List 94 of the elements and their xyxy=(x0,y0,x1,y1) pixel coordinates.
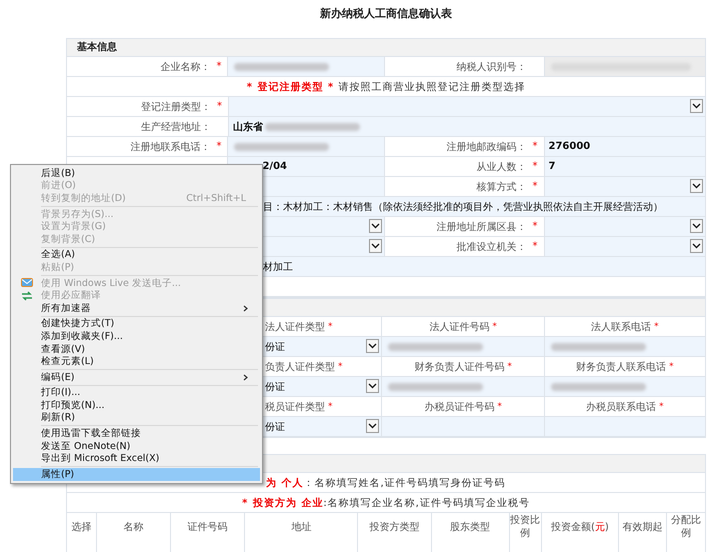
required-mark: * xyxy=(338,362,342,372)
required-mark: * xyxy=(328,322,332,332)
column-label: 法人证件类型 xyxy=(265,320,325,334)
notice-text: * 登记注册类型 * 请按照工商营业执照登记注册类型选择 xyxy=(246,80,526,94)
page-title: 新办纳税人工商信息确认表 xyxy=(319,6,453,22)
input-field[interactable]: 7 xyxy=(544,157,705,176)
dropdown-icon[interactable] xyxy=(369,239,382,253)
envelope-icon xyxy=(21,278,33,288)
input-field[interactable] xyxy=(228,137,385,156)
required-mark: * xyxy=(659,402,664,412)
input-field[interactable] xyxy=(544,417,705,436)
menu-item[interactable]: 添加到收藏夹(F)... xyxy=(13,330,260,343)
required-mark: * xyxy=(669,362,674,372)
menu-item[interactable]: 发送至 OneNote(N) xyxy=(13,440,260,452)
column-label: 法人证件号码 xyxy=(429,320,490,334)
menu-item[interactable]: 所有加速器 xyxy=(13,302,260,315)
column-label: 负责人证件类型 xyxy=(265,360,335,374)
field-value: 目：木材加工：木材销售（除依法须经批准的项目外，凭营业执照依法自主开展经营活动） xyxy=(263,200,663,214)
input-field[interactable] xyxy=(229,97,705,116)
dropdown-icon[interactable] xyxy=(366,419,380,433)
required-mark: * xyxy=(217,101,222,112)
field-label: 批准设立机关： xyxy=(456,240,527,254)
column-label: 财务负责人证件号码 xyxy=(414,360,504,374)
dropdown-icon[interactable] xyxy=(690,179,703,193)
input-field[interactable]: 276000 xyxy=(544,137,705,156)
dropdown-icon[interactable] xyxy=(366,339,380,353)
menu-item[interactable]: 创建快捷方式(T) xyxy=(13,318,260,330)
section-header: 基本信息 xyxy=(67,39,705,57)
required-mark: * xyxy=(497,402,502,412)
input-field[interactable] xyxy=(544,337,705,356)
dropdown-icon[interactable] xyxy=(690,99,703,113)
column-header: 选择 xyxy=(71,521,92,535)
column-header: 分配比例 xyxy=(670,514,702,541)
notice-text: * 投资方为 企业:名称填写企业名称,证件号码填写企业税号 xyxy=(242,496,530,510)
column-header: 投资方类型 xyxy=(369,521,420,535)
menu-item[interactable]: 使用迅雷下载全部链接 xyxy=(13,427,260,440)
input-field[interactable] xyxy=(382,337,545,356)
field-label: 核算方式： xyxy=(476,180,527,194)
column-label: 财务负责人联系电话 xyxy=(576,360,666,374)
menu-item[interactable]: 打印预览(N)... xyxy=(13,399,260,412)
column-label: 办税员证件号码 xyxy=(424,400,494,414)
menu-item[interactable]: 全选(A) xyxy=(13,248,260,262)
menu-item[interactable]: 检查元素(L) xyxy=(13,355,260,368)
field-label: 从业人数： xyxy=(476,160,527,174)
menu-item[interactable]: 打印(I)... xyxy=(13,386,260,400)
dropdown-icon[interactable] xyxy=(366,379,380,393)
input-field[interactable] xyxy=(382,377,545,396)
required-mark: * xyxy=(532,221,538,232)
menu-item[interactable]: 属性(P) xyxy=(13,468,260,481)
field-label: 登记注册类型： xyxy=(141,100,211,114)
field-label: 企业名称： xyxy=(160,60,210,74)
menu-item[interactable]: 导出到 Microsoft Excel(X) xyxy=(13,452,260,466)
required-mark: * xyxy=(216,61,222,72)
column-header: 投资金额(元) xyxy=(550,521,609,535)
input-field[interactable]: 山东省 xyxy=(229,117,705,136)
required-mark: * xyxy=(532,241,538,252)
field-label: 注册地邮政编码： xyxy=(446,140,526,154)
required-mark: * xyxy=(507,362,512,372)
required-mark: * xyxy=(492,322,497,332)
column-header: 有效期起 xyxy=(622,521,663,535)
column-header: 证件号码 xyxy=(188,521,228,535)
required-mark: * xyxy=(532,181,538,192)
required-mark: * xyxy=(216,141,222,152)
field-label: 生产经营地址： xyxy=(141,120,211,134)
dropdown-icon[interactable] xyxy=(369,219,382,233)
menu-item[interactable]: 刷新(R) xyxy=(13,412,260,424)
field-label: 注册地联系电话： xyxy=(130,140,210,154)
dropdown-icon[interactable] xyxy=(690,239,703,253)
input-field[interactable] xyxy=(544,237,705,256)
notice-text: 为 个人：名称填写姓名,证件号码填写身份证号码 xyxy=(266,476,506,490)
column-label: 法人联系电话 xyxy=(591,320,652,334)
input-field[interactable] xyxy=(228,57,385,76)
input-field[interactable] xyxy=(544,377,705,396)
field-value: 材加工 xyxy=(263,260,293,274)
required-mark: * xyxy=(532,141,538,152)
column-header: 投资比例 xyxy=(510,514,540,541)
column-header: 股东类型 xyxy=(450,521,490,535)
required-mark: * xyxy=(328,402,332,412)
input-field[interactable] xyxy=(544,217,705,236)
column-header: 地址 xyxy=(291,521,312,535)
field-label: 注册地址所属区县： xyxy=(436,220,527,234)
input-field[interactable] xyxy=(382,417,545,436)
arrows-icon xyxy=(21,290,33,301)
required-mark: * xyxy=(654,322,659,332)
dropdown-icon[interactable] xyxy=(690,219,703,233)
column-header: 名称 xyxy=(123,521,144,535)
field-label: 纳税人识别号： xyxy=(456,60,526,74)
input-field[interactable] xyxy=(544,177,705,196)
column-label: 税员证件类型 xyxy=(265,400,325,414)
required-mark: * xyxy=(532,161,538,172)
menu-item[interactable]: 查看源(V) xyxy=(13,342,260,356)
menu-item[interactable]: 编码(E) xyxy=(13,370,260,384)
column-label: 办税员联系电话 xyxy=(586,400,656,414)
input-field[interactable] xyxy=(544,57,705,76)
